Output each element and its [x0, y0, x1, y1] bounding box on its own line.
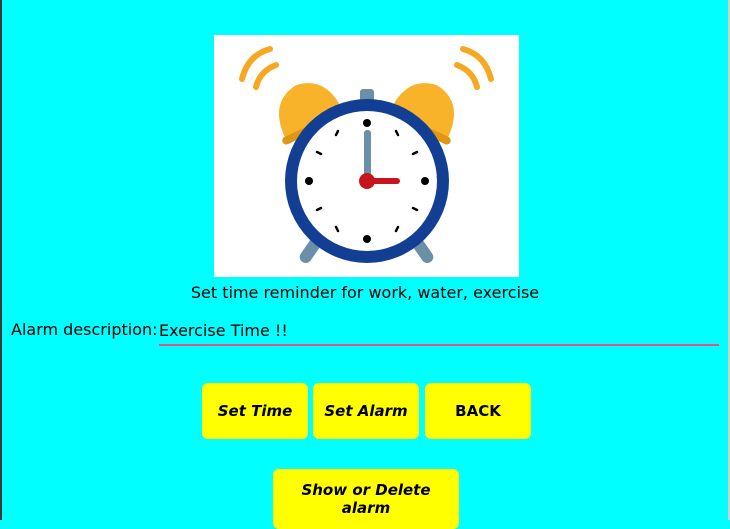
- window-left-edge: [0, 0, 2, 520]
- page-subtitle: Set time reminder for work, water, exerc…: [190, 283, 540, 302]
- alarm-clock-icon: [239, 46, 494, 264]
- alarm-description-input[interactable]: [159, 316, 719, 346]
- set-alarm-button[interactable]: Set Alarm: [313, 383, 419, 439]
- set-time-button[interactable]: Set Time: [202, 383, 308, 439]
- alarm-clock-image: [214, 35, 519, 277]
- alarm-description-label: Alarm description:: [11, 320, 158, 339]
- show-or-delete-alarm-button[interactable]: Show or Delete alarm: [273, 469, 459, 529]
- back-button[interactable]: BACK: [425, 383, 531, 439]
